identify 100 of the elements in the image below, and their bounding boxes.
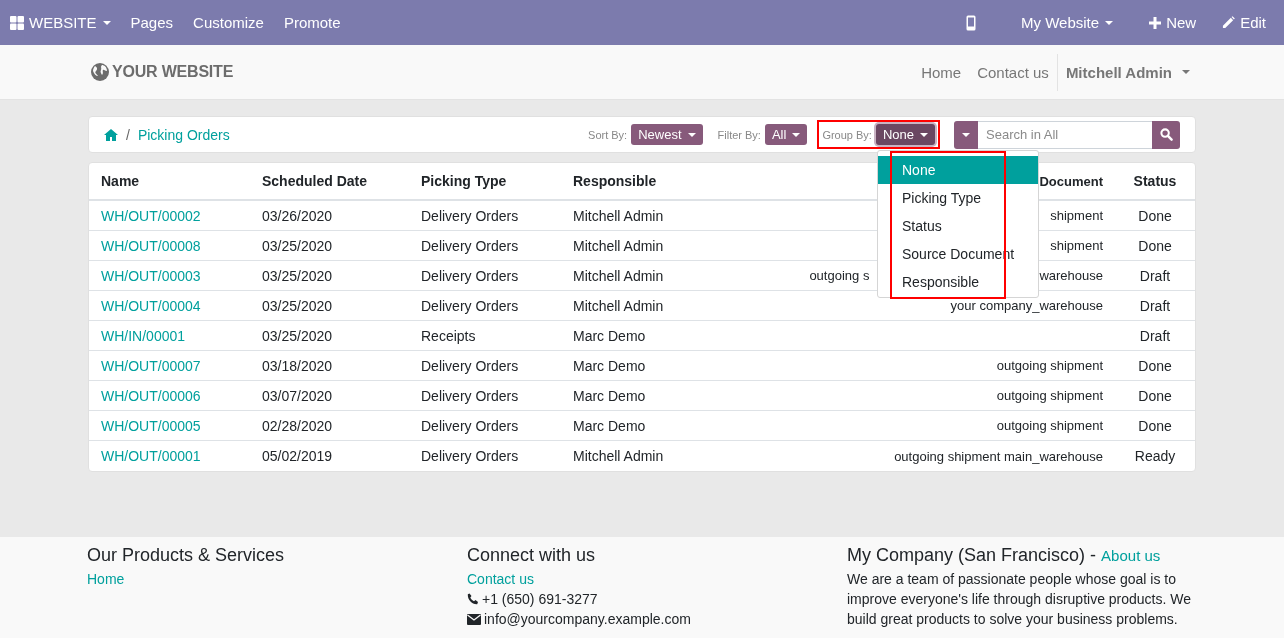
table-cell: 03/18/2020 xyxy=(250,350,409,381)
menu-item[interactable]: Responsible xyxy=(878,268,1038,296)
nav-link[interactable]: Home xyxy=(913,63,970,81)
table-cell: shipment xyxy=(1050,238,1103,253)
column-header: Status xyxy=(1115,163,1195,200)
menu-link[interactable]: Customize xyxy=(183,14,274,31)
pencil-icon xyxy=(1222,16,1236,29)
search-scope-dropdown[interactable] xyxy=(954,120,978,149)
app-menu-button[interactable]: WEBSITE xyxy=(10,14,121,31)
group-by-dropdown[interactable]: None xyxy=(875,124,935,145)
caret-icon xyxy=(1105,20,1114,25)
edit-button[interactable]: Edit xyxy=(1212,14,1276,31)
email-address: info@yourcompany.example.com xyxy=(484,610,691,629)
table-cell: Done xyxy=(1115,200,1195,231)
table-cell: Delivery Orders xyxy=(409,260,561,291)
table-cell: Marc Demo xyxy=(561,320,761,351)
filter-dropdown[interactable]: All xyxy=(764,124,808,145)
table-cell: 03/25/2020 xyxy=(250,230,409,261)
search-button[interactable] xyxy=(1152,120,1180,149)
order-link[interactable]: WH/OUT/00003 xyxy=(101,267,201,284)
table-cell: Done xyxy=(1115,380,1195,411)
table-cell: Delivery Orders xyxy=(409,380,561,411)
home-icon[interactable] xyxy=(104,128,118,141)
website-menu-button[interactable]: My Website xyxy=(1011,14,1124,31)
table-cell: Marc Demo xyxy=(561,380,761,411)
site-logo-text: YOUR WEBSITE xyxy=(112,63,234,81)
footer-link[interactable]: Contact us xyxy=(467,569,534,589)
footer-link[interactable]: Home xyxy=(87,569,125,589)
table-cell: Marc Demo xyxy=(561,410,761,441)
table-cell: Delivery Orders xyxy=(409,290,561,321)
menu-item[interactable]: Status xyxy=(878,212,1038,240)
table-cell: Done xyxy=(1115,230,1195,261)
breadcrumb-link[interactable]: Picking Orders xyxy=(137,126,230,143)
caret-icon xyxy=(102,20,111,25)
breadcrumb-separator: / xyxy=(126,126,130,143)
order-link[interactable]: WH/OUT/00007 xyxy=(101,357,201,374)
plus-icon xyxy=(1149,16,1162,29)
table-cell: Delivery Orders xyxy=(409,350,561,381)
caret-icon xyxy=(792,132,801,137)
table-cell: outgoing shipment xyxy=(996,388,1103,403)
column-header: Scheduled Date xyxy=(250,163,409,200)
user-menu-button[interactable]: Mitchell Admin xyxy=(1056,53,1190,91)
about-link[interactable]: About us xyxy=(1101,547,1161,564)
order-link[interactable]: WH/IN/00001 xyxy=(101,327,186,344)
table-cell: Draft xyxy=(1115,260,1195,291)
table-cell: 03/25/2020 xyxy=(250,290,409,321)
table-cell: Delivery Orders xyxy=(409,200,561,231)
table-cell: shipment xyxy=(1050,208,1103,223)
column-header: Picking Type xyxy=(409,163,561,200)
sort-dropdown[interactable]: Newest xyxy=(631,124,703,145)
order-link[interactable]: WH/OUT/00006 xyxy=(101,387,201,404)
search-icon xyxy=(1159,128,1173,141)
search-field[interactable]: Search in All xyxy=(978,120,1152,149)
group-by-label: Group By: xyxy=(822,128,872,141)
table-cell: outgoing shipment xyxy=(996,418,1103,433)
caret-icon xyxy=(962,132,970,137)
order-link[interactable]: WH/OUT/00004 xyxy=(101,297,201,314)
sort-label: Sort By: xyxy=(588,128,628,141)
menu-item[interactable]: None xyxy=(878,156,1038,184)
caret-icon xyxy=(687,132,696,137)
table-cell: Ready xyxy=(1115,440,1195,471)
order-link[interactable]: WH/OUT/00005 xyxy=(101,417,201,434)
envelope-icon xyxy=(467,613,481,625)
caret-icon xyxy=(1182,70,1190,74)
table-cell: your company_warehouse xyxy=(950,298,1103,313)
order-link[interactable]: WH/OUT/00002 xyxy=(101,207,201,224)
phone-icon xyxy=(966,14,977,31)
table-cell: Mitchell Admin xyxy=(561,230,761,261)
table-cell: outgoing shipment main_warehouse xyxy=(894,448,1103,464)
menu-link[interactable]: Promote xyxy=(273,14,351,31)
phone-icon xyxy=(467,593,479,605)
table-cell: Delivery Orders xyxy=(409,440,561,471)
table-cell: Mitchell Admin xyxy=(561,290,761,321)
footer-heading: My Company (San Francisco) - xyxy=(847,545,1097,565)
table-cell: 03/07/2020 xyxy=(250,380,409,411)
table-cell: 03/25/2020 xyxy=(250,260,409,291)
footer-heading: Our Products & Services xyxy=(87,545,286,566)
table-cell: Done xyxy=(1115,350,1195,381)
table-cell: Mitchell Admin xyxy=(561,260,761,291)
table-cell: Receipts xyxy=(409,320,561,351)
table-cell: 03/26/2020 xyxy=(250,200,409,231)
table-cell: Marc Demo xyxy=(561,350,761,381)
order-link[interactable]: WH/OUT/00001 xyxy=(101,448,201,464)
column-header: Name xyxy=(89,163,250,200)
table-cell: 05/02/2019 xyxy=(250,440,409,471)
table-cell: Draft xyxy=(1115,320,1195,351)
table-cell: Mitchell Admin xyxy=(561,200,761,231)
grid-icon xyxy=(10,15,24,30)
footer-heading: Connect with us xyxy=(467,545,597,566)
menu-link[interactable]: Pages xyxy=(120,14,184,31)
company-description: We are a team of passionate people whose goal is to improve everyone's life through disruptive products. We build great products to solve your business problems. xyxy=(847,570,1193,629)
table-cell: Delivery Orders xyxy=(409,410,561,441)
table-cell: 03/25/2020 xyxy=(250,320,409,351)
table-cell: outgoing s xyxy=(809,268,870,283)
table-cell: Delivery Orders xyxy=(409,230,561,261)
table-cell: Mitchell Admin xyxy=(561,440,761,471)
column-header: Responsible xyxy=(561,163,761,200)
nav-link[interactable]: Contact us xyxy=(969,63,1057,81)
order-link[interactable]: WH/OUT/00008 xyxy=(101,237,201,254)
new-button[interactable]: New xyxy=(1139,14,1207,31)
